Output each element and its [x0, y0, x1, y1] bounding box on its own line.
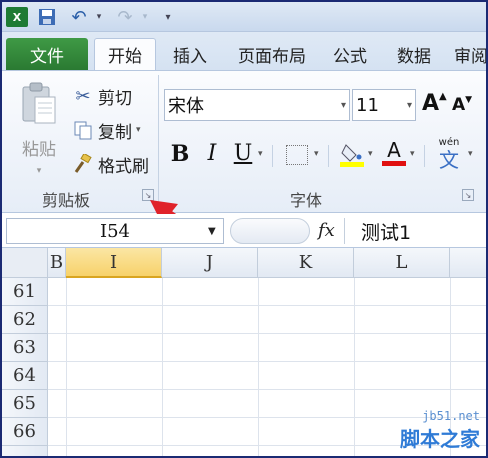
column-header[interactable]: K	[258, 248, 354, 278]
grow-font-icon: ▲	[439, 91, 447, 102]
gridline	[162, 278, 163, 456]
column-header[interactable]: L	[354, 248, 450, 278]
gridline	[66, 278, 67, 456]
fill-color-dropdown-icon[interactable]: ▾	[368, 149, 373, 159]
gridline	[258, 278, 259, 456]
row-header[interactable]: 61	[2, 278, 48, 306]
excel-logo-icon: X	[6, 7, 28, 27]
paste-dropdown-icon[interactable]: ▾	[12, 166, 66, 176]
phonetic-guide-button[interactable]: wén 文	[434, 137, 464, 171]
column-header-selected[interactable]: I	[66, 248, 162, 278]
ribbon-tabs: 文件 开始 插入 页面布局 公式 数据 审阅	[2, 32, 486, 70]
row-header[interactable]: 63	[2, 334, 48, 362]
redo-icon[interactable]: ↷	[114, 7, 136, 28]
undo-icon[interactable]: ↶	[68, 7, 90, 28]
scissors-icon: ✂	[75, 85, 91, 107]
font-color-label: A	[387, 138, 401, 162]
row-header[interactable]: 62	[2, 306, 48, 334]
shrink-font-label: A	[452, 95, 466, 115]
customize-qat-icon[interactable]: ▾	[162, 7, 174, 27]
column-header[interactable]: J	[162, 248, 258, 278]
select-all-corner[interactable]	[2, 248, 48, 278]
font-size-value: 11	[356, 94, 379, 116]
paint-bucket-icon	[340, 144, 364, 167]
gridline	[48, 333, 486, 334]
redo-dropdown-icon[interactable]: ▾	[140, 7, 150, 27]
copy-dropdown-icon[interactable]: ▾	[136, 125, 141, 135]
gridline	[354, 278, 355, 456]
font-color-dropdown-icon[interactable]: ▾	[410, 149, 415, 159]
font-group-label: 字体	[290, 191, 323, 210]
row-header[interactable]: 64	[2, 362, 48, 390]
format-painter-button[interactable]: 格式刷	[72, 151, 149, 177]
group-separator	[158, 75, 159, 207]
font-name-combo[interactable]: 宋体 ▾	[164, 89, 350, 121]
watermark-brand: 脚本之家	[400, 427, 480, 451]
ribbon-home: 粘贴 ▾ ✂ 剪切 复制 ▾ 格式刷 剪贴板 ↘ 宋体 ▾ 11 ▾ A▲ A▼…	[2, 70, 486, 213]
column-header-partial[interactable]	[450, 248, 486, 278]
font-size-combo[interactable]: 11 ▾	[352, 89, 416, 121]
formula-input[interactable]: 测试1	[344, 218, 486, 244]
tab-home[interactable]: 开始	[94, 38, 156, 70]
shrink-font-button[interactable]: A▼	[452, 95, 472, 115]
undo-dropdown-icon[interactable]: ▾	[94, 7, 104, 27]
divider	[272, 145, 273, 167]
underline-button[interactable]: U	[232, 141, 254, 166]
phonetic-dropdown-icon[interactable]: ▾	[468, 149, 473, 159]
title-bar: X ↶ ▾ ↷ ▾ ▾	[2, 2, 486, 32]
row-header[interactable]: 66	[2, 418, 48, 446]
name-box[interactable]: I54	[6, 218, 224, 244]
bold-button[interactable]: B	[170, 141, 190, 167]
font-color-button[interactable]: A	[382, 139, 406, 167]
borders-icon[interactable]	[286, 145, 308, 165]
copy-label: 复制	[98, 122, 132, 143]
copy-icon	[72, 119, 94, 141]
format-painter-label: 格式刷	[98, 156, 149, 177]
font-name-value: 宋体	[168, 96, 204, 117]
font-dialog-launcher-icon[interactable]: ↘	[462, 189, 474, 201]
row-header[interactable]: 65	[2, 390, 48, 418]
name-box-dropdown-icon[interactable]: ▼	[208, 226, 216, 237]
paste-label: 粘贴	[22, 140, 56, 160]
gridline	[48, 361, 486, 362]
gridline	[48, 389, 486, 390]
tab-data[interactable]: 数据	[390, 38, 438, 70]
tab-page-layout[interactable]: 页面布局	[228, 38, 316, 70]
tab-file[interactable]: 文件	[6, 38, 88, 70]
underline-dropdown-icon[interactable]: ▾	[258, 149, 263, 159]
cut-label: 剪切	[98, 88, 132, 109]
font-size-dropdown-icon[interactable]: ▾	[407, 100, 412, 111]
brush-icon	[72, 153, 94, 175]
gridline	[48, 305, 486, 306]
divider	[328, 145, 329, 167]
column-header[interactable]: B	[48, 248, 66, 278]
tab-insert[interactable]: 插入	[162, 38, 218, 70]
row-header-partial[interactable]	[2, 446, 48, 456]
formula-bar: I54 ▼ fx 测试1	[2, 214, 486, 248]
phonetic-char: 文	[439, 148, 459, 172]
borders-dropdown-icon[interactable]: ▾	[314, 149, 319, 159]
copy-button[interactable]: 复制 ▾	[72, 117, 141, 143]
excel-window: X ↶ ▾ ↷ ▾ ▾ 文件 开始 插入 页面布局 公式 数据 审阅 粘贴 ▾ …	[0, 0, 488, 458]
grow-font-button[interactable]: A▲	[422, 91, 447, 116]
formula-bar-splitter[interactable]	[230, 218, 310, 244]
cut-button[interactable]: ✂ 剪切	[72, 83, 132, 109]
fill-color-button[interactable]	[340, 141, 364, 167]
clipboard-group-label: 剪贴板	[42, 191, 91, 210]
tab-review[interactable]: 审阅	[454, 38, 486, 70]
insert-function-button[interactable]: fx	[318, 220, 335, 241]
font-name-dropdown-icon[interactable]: ▾	[341, 100, 346, 111]
italic-button[interactable]: I	[202, 141, 222, 166]
tab-formulas[interactable]: 公式	[326, 38, 374, 70]
save-icon[interactable]	[36, 7, 58, 27]
shrink-font-icon: ▼	[465, 95, 473, 105]
paste-button[interactable]: 粘贴 ▾	[12, 81, 66, 181]
divider	[424, 145, 425, 167]
watermark-site: jb51.net	[422, 409, 480, 423]
paste-icon	[22, 82, 56, 124]
watermark: jb51.net 脚本之家	[400, 409, 480, 452]
grow-font-label: A	[422, 91, 440, 116]
